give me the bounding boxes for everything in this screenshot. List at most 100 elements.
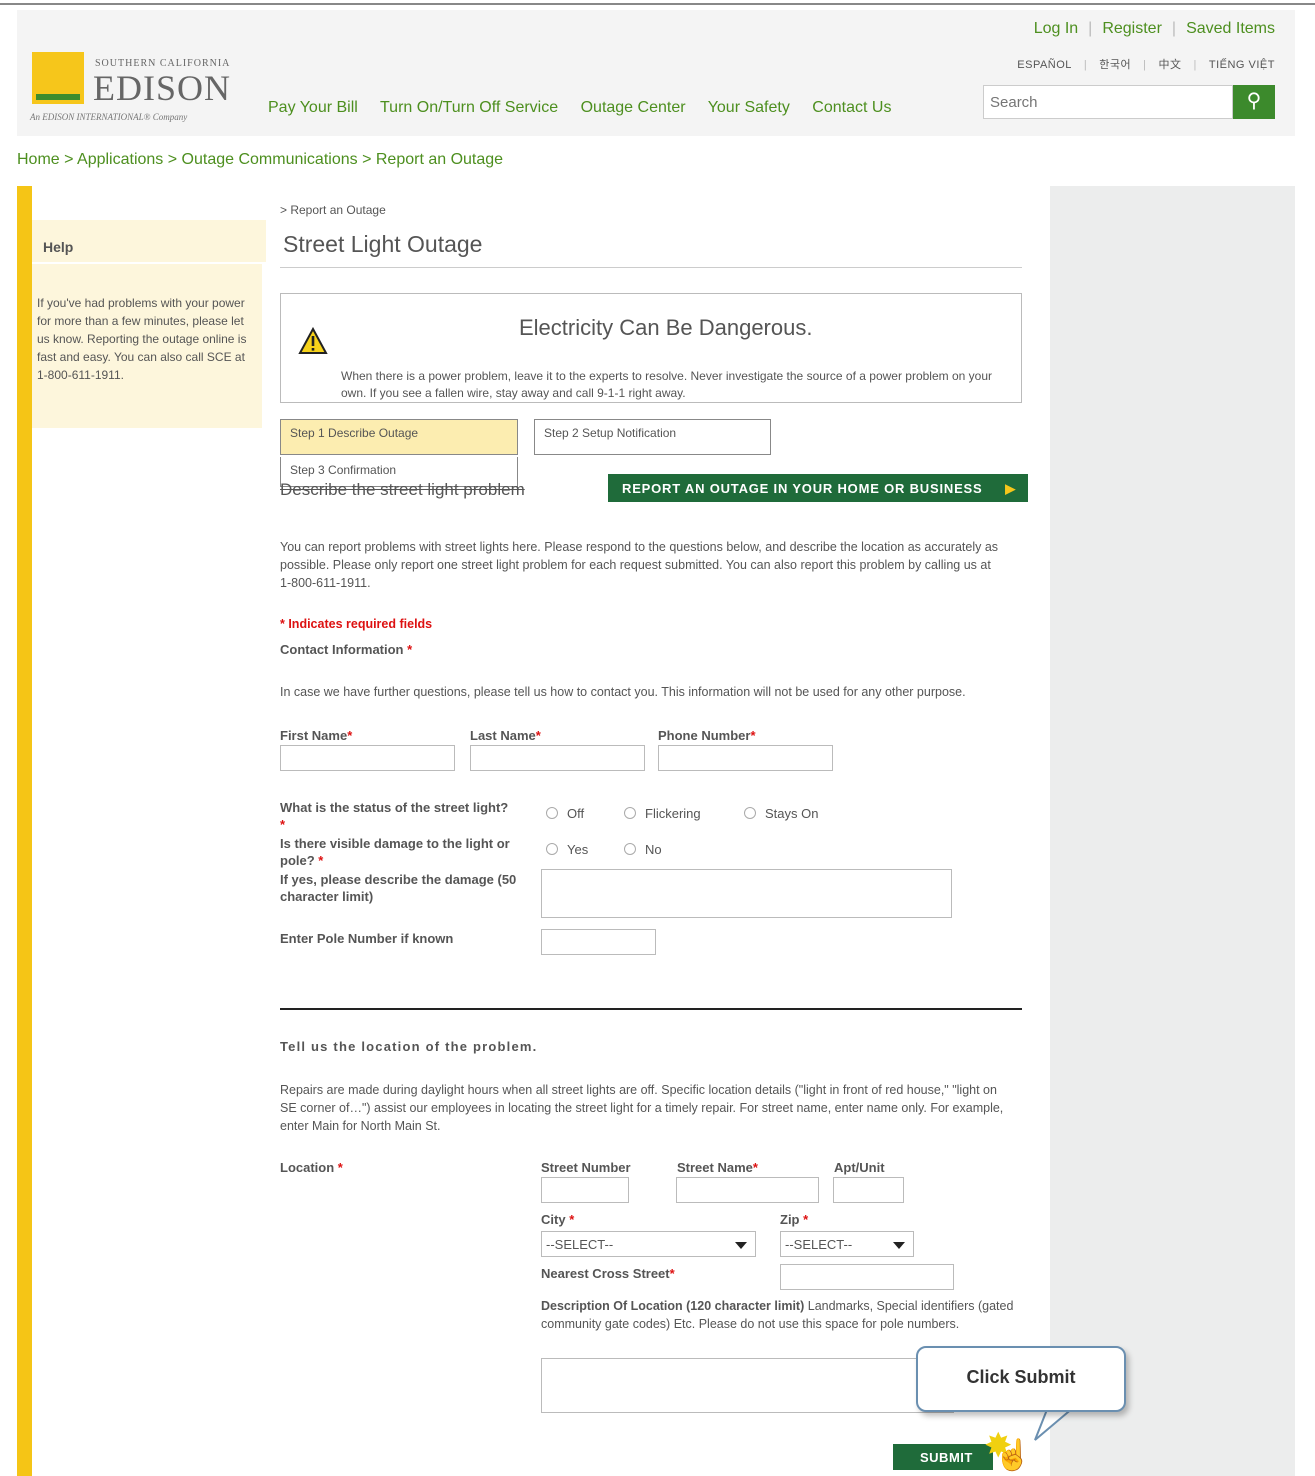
login-link[interactable]: Log In — [1034, 20, 1078, 37]
damage-description-input[interactable] — [541, 869, 952, 918]
arrow-right-icon: ▶ — [1005, 481, 1016, 496]
street-number-label: Street Number — [541, 1160, 631, 1175]
submit-button[interactable]: SUBMIT — [893, 1444, 993, 1470]
zip-text: Zip — [780, 1212, 800, 1227]
help-header: Help — [32, 220, 266, 262]
pole-number-label: Enter Pole Number if known — [280, 931, 454, 946]
edison-logo-icon[interactable] — [32, 52, 84, 104]
nav-outage-center[interactable]: Outage Center — [581, 99, 686, 116]
utility-links: Log In | Register | Saved Items — [1033, 20, 1275, 37]
status-question-text: What is the status of the street light? — [280, 800, 509, 815]
last-name-input[interactable] — [470, 745, 645, 771]
damage-no-radio[interactable]: No — [624, 842, 662, 857]
first-name-label: First Name* — [280, 728, 353, 743]
street-number-input[interactable] — [541, 1177, 629, 1203]
location-description-input[interactable] — [541, 1358, 954, 1413]
status-flickering-radio[interactable]: Flickering — [624, 806, 701, 821]
status-stays-on-radio[interactable]: Stays On — [744, 806, 818, 821]
nav-contact-us[interactable]: Contact Us — [812, 99, 891, 116]
section-divider — [280, 1008, 1022, 1010]
status-question: What is the status of the street light? * — [280, 800, 509, 832]
status-off-radio[interactable]: Off — [546, 806, 584, 821]
location-label: Location * — [280, 1160, 343, 1175]
nav-your-safety[interactable]: Your Safety — [708, 99, 790, 116]
street-name-label: Street Name* — [677, 1160, 758, 1175]
contact-note: In case we have further questions, pleas… — [280, 685, 966, 699]
zip-label: Zip * — [780, 1212, 809, 1227]
pole-number-input[interactable] — [541, 929, 656, 955]
describe-heading: Describe the street light problem — [280, 480, 525, 499]
pointer-hand-icon: ☝ — [994, 1439, 1032, 1472]
report-button-label: REPORT AN OUTAGE IN YOUR HOME OR BUSINES… — [622, 481, 983, 496]
help-text: If you've had problems with your power f… — [32, 264, 262, 428]
step-2-tab[interactable]: Step 2 Setup Notification — [534, 419, 771, 455]
status-stays-on-label: Stays On — [765, 806, 819, 821]
breadcrumb[interactable]: Home > Applications > Outage Communicati… — [17, 151, 503, 169]
damage-question-text: Is there visible damage to the light or … — [280, 836, 510, 868]
language-links: ESPAÑOL | 한국어 | 中文 | TIẾNG VIỆT — [1017, 59, 1275, 71]
last-name-label: Last Name* — [470, 728, 541, 743]
street-name-text: Street Name — [677, 1160, 753, 1175]
right-panel — [1050, 186, 1295, 1476]
city-select[interactable]: --SELECT-- — [541, 1231, 756, 1257]
lang-korean[interactable]: 한국어 — [1099, 59, 1131, 71]
lang-vietnamese[interactable]: TIẾNG VIỆT — [1209, 59, 1275, 71]
location-intro: Repairs are made during daylight hours w… — [280, 1083, 1004, 1133]
location-description-bold: Description Of Location (120 character l… — [541, 1299, 805, 1313]
street-name-input[interactable] — [676, 1177, 819, 1203]
first-name-text: First Name — [280, 728, 348, 743]
page-title: Street Light Outage — [283, 231, 483, 257]
zip-select-value: --SELECT-- — [785, 1237, 853, 1252]
cross-street-input[interactable] — [780, 1264, 954, 1290]
warning-icon — [298, 327, 328, 354]
search-input[interactable] — [983, 85, 1233, 119]
cross-street-text: Nearest Cross Street — [541, 1266, 670, 1281]
intro-text: You can report problems with street ligh… — [280, 540, 999, 590]
logo-wordmark[interactable]: EDISON — [93, 67, 231, 109]
apt-unit-label: Apt/Unit — [834, 1160, 885, 1175]
nav-pay-bill[interactable]: Pay Your Bill — [268, 99, 358, 116]
accent-bar — [17, 186, 32, 1476]
damage-question: Is there visible damage to the light or … — [280, 836, 510, 868]
step-1-tab[interactable]: Step 1 Describe Outage — [280, 419, 518, 455]
title-divider — [280, 267, 1022, 268]
city-text: City — [541, 1212, 566, 1227]
contact-label-text: Contact Information — [280, 642, 404, 657]
chevron-down-icon — [893, 1242, 905, 1249]
location-label-text: Location — [280, 1160, 335, 1175]
status-off-label: Off — [567, 806, 585, 821]
lang-chinese[interactable]: 中文 — [1159, 59, 1182, 71]
required-note: * Indicates required fields — [280, 617, 433, 631]
click-submit-callout: Click Submit — [916, 1346, 1126, 1412]
city-select-value: --SELECT-- — [546, 1237, 614, 1252]
last-name-text: Last Name — [470, 728, 536, 743]
saved-items-link[interactable]: Saved Items — [1186, 20, 1275, 37]
phone-input[interactable] — [658, 745, 833, 771]
location-heading: Tell us the location of the problem. — [280, 1039, 538, 1054]
first-name-input[interactable] — [280, 745, 455, 771]
contact-label: Contact Information * — [280, 642, 413, 657]
zip-select[interactable]: --SELECT-- — [780, 1231, 914, 1257]
warning-text: When there is a power problem, leave it … — [341, 369, 992, 400]
report-home-outage-button[interactable]: REPORT AN OUTAGE IN YOUR HOME OR BUSINES… — [608, 474, 1028, 502]
search-button[interactable]: ⚲ — [1233, 85, 1275, 119]
help-title: Help — [43, 239, 74, 255]
cross-street-label: Nearest Cross Street* — [541, 1266, 675, 1281]
warning-title: Electricity Can Be Dangerous. — [519, 315, 813, 340]
search-icon: ⚲ — [1246, 90, 1262, 112]
phone-label: Phone Number* — [658, 728, 756, 743]
register-link[interactable]: Register — [1102, 20, 1162, 37]
apt-unit-input[interactable] — [833, 1177, 904, 1203]
damage-no-label: No — [645, 842, 662, 857]
main-nav: Pay Your Bill Turn On/Turn Off Service O… — [268, 99, 909, 117]
damage-description-label: If yes, please describe the damage (50 c… — [280, 872, 517, 904]
logo-tagline: An EDISON INTERNATIONAL® Company — [30, 112, 188, 122]
top-border — [0, 3, 1315, 5]
chevron-down-icon — [735, 1242, 747, 1249]
sub-breadcrumb[interactable]: > Report an Outage — [280, 203, 386, 217]
status-flickering-label: Flickering — [645, 806, 701, 821]
damage-yes-radio[interactable]: Yes — [546, 842, 588, 857]
location-description-label: Description Of Location (120 character l… — [541, 1297, 1021, 1333]
nav-turn-on-off[interactable]: Turn On/Turn Off Service — [380, 99, 558, 116]
lang-spanish[interactable]: ESPAÑOL — [1017, 59, 1072, 71]
